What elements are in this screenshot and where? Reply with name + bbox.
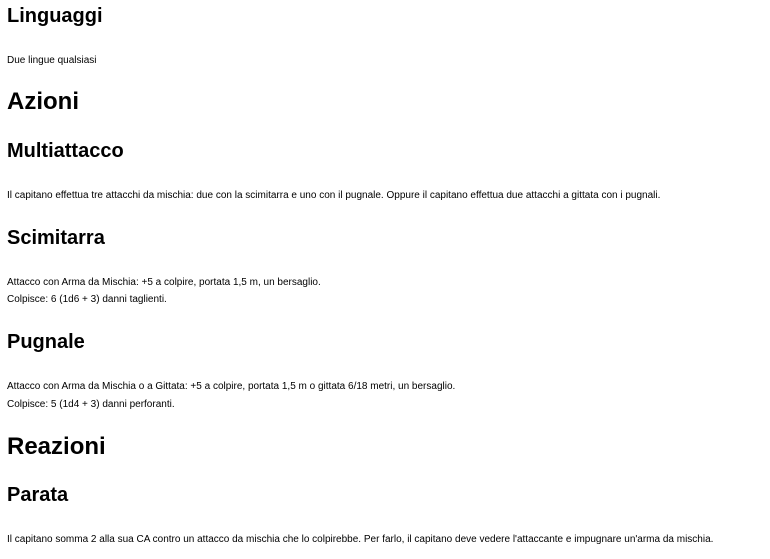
actions-heading: Azioni [7, 88, 79, 115]
multiattack-heading: Multiattacco [7, 140, 124, 162]
multiattack-text: Il capitano effettua tre attacchi da mis… [7, 190, 661, 201]
dagger-hit-text: Colpisce: 5 (1d4 + 3) danni perforanti. [7, 399, 175, 410]
reactions-heading: Reazioni [7, 433, 106, 460]
languages-text: Due lingue qualsiasi [7, 55, 97, 66]
parry-heading: Parata [7, 484, 69, 506]
parry-text: Il capitano somma 2 alla sua CA contro u… [7, 534, 714, 545]
scimitar-attack-text: Attacco con Arma da Mischia: +5 a colpir… [7, 277, 321, 288]
dagger-heading: Pugnale [7, 331, 85, 353]
scimitar-heading: Scimitarra [7, 227, 105, 249]
scimitar-hit-text: Colpisce: 6 (1d6 + 3) danni taglienti. [7, 294, 167, 305]
dagger-attack-text: Attacco con Arma da Mischia o a Gittata:… [7, 381, 456, 392]
languages-heading: Linguaggi [7, 5, 103, 27]
